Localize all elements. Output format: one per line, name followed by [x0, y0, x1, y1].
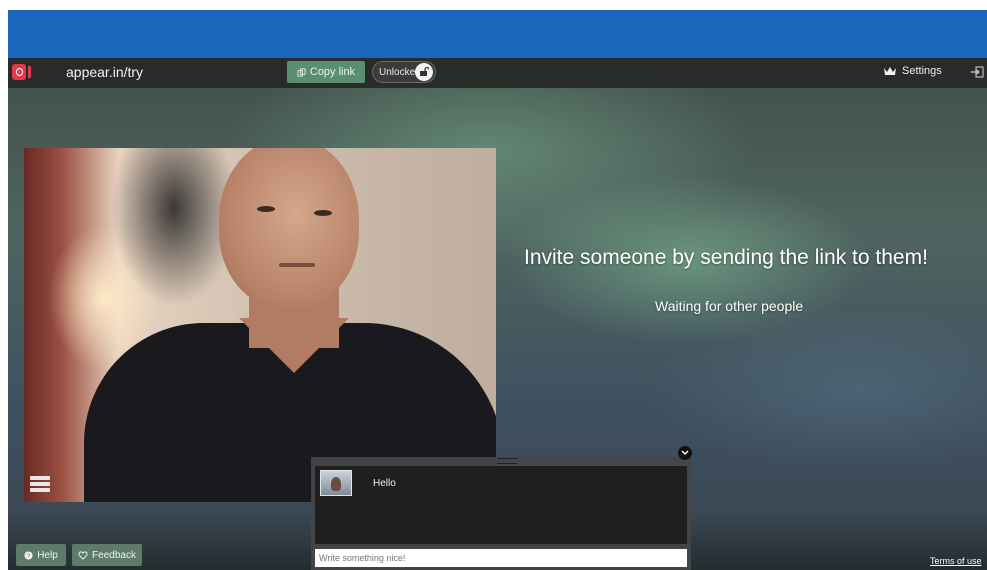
chat-message: Hello [373, 478, 396, 489]
appear-in-logo[interactable] [12, 64, 32, 82]
crown-icon [884, 67, 896, 75]
chat-resize-handle[interactable] [497, 458, 517, 464]
feedback-button[interactable]: Feedback [72, 544, 142, 566]
help-button[interactable]: ? Help [16, 544, 66, 566]
copy-link-label: Copy link [309, 66, 356, 78]
self-video [24, 148, 496, 502]
chevron-down-icon[interactable] [678, 446, 692, 460]
svg-text:?: ? [27, 553, 31, 560]
chat-message-list: Hello [315, 466, 687, 544]
video-eye-left [257, 206, 275, 212]
avatar [320, 470, 352, 496]
layout-icon[interactable] [30, 476, 50, 496]
video-person-collar [239, 318, 349, 373]
heart-icon [78, 550, 88, 560]
waiting-status: Waiting for other people [655, 298, 804, 314]
question-icon: ? [24, 550, 33, 560]
top-band [8, 10, 987, 58]
settings-button[interactable]: Settings [883, 65, 942, 77]
terms-link[interactable]: Terms of use [930, 556, 982, 566]
video-eye-right [314, 210, 332, 216]
room-lock-toggle[interactable]: Unlocked [372, 61, 436, 83]
settings-label: Settings [902, 65, 942, 77]
top-bar: appear.in/try Copy link Unlocked Setting… [8, 58, 987, 88]
feedback-label: Feedback [92, 549, 136, 561]
copy-link-icon [297, 67, 306, 77]
exit-icon[interactable] [970, 65, 984, 79]
unlock-icon [415, 63, 433, 81]
app-window: appear.in/try Copy link Unlocked Setting… [8, 10, 987, 570]
invite-heading: Invite someone by sending the link to th… [524, 246, 928, 269]
chat-panel: Hello [311, 457, 691, 570]
video-person-head [219, 148, 359, 308]
copy-link-button[interactable]: Copy link [287, 61, 365, 83]
help-label: Help [37, 549, 58, 561]
chat-input[interactable] [315, 549, 687, 567]
room-name[interactable]: appear.in/try [66, 64, 143, 80]
video-mouth [279, 263, 315, 267]
